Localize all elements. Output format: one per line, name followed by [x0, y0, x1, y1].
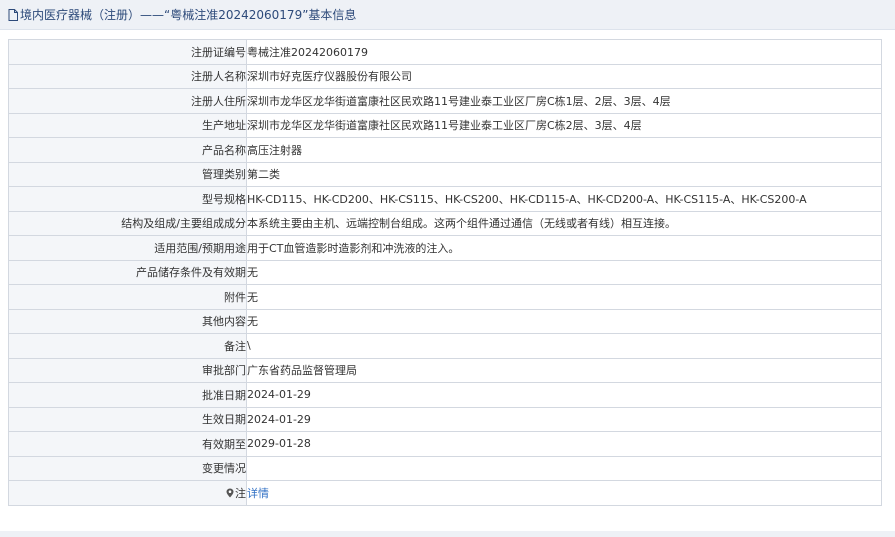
row-value: 本系统主要由主机、远端控制台组成。这两个组件通过通信（无线或者有线）相互连接。 [246, 210, 882, 236]
table-row: 型号规格 HK-CD115、HK-CD200、HK-CS115、HK-CS200… [8, 186, 882, 212]
row-label: 注册人住所 [8, 88, 247, 114]
row-label: 附件 [8, 284, 247, 310]
bottom-bar [0, 531, 895, 537]
row-label: 有效期至 [8, 431, 247, 457]
pin-icon [226, 488, 234, 498]
table-row: 管理类别 第二类 [8, 161, 882, 187]
row-value: 粤械注准20242060179 [246, 39, 882, 65]
table-row: 注册人住所 深圳市龙华区龙华街道富康社区民欢路11号建业泰工业区厂房C栋1层、2… [8, 88, 882, 114]
table-row: 有效期至 2029-01-28 [8, 431, 882, 457]
row-value: 深圳市好克医疗仪器股份有限公司 [246, 63, 882, 89]
row-value: 无 [246, 284, 882, 310]
table-row: 结构及组成/主要组成成分 本系统主要由主机、远端控制台组成。这两个组件通过通信（… [8, 210, 882, 236]
row-value: 深圳市龙华区龙华街道富康社区民欢路11号建业泰工业区厂房C栋2层、3层、4层 [246, 112, 882, 138]
table-row: 生产地址 深圳市龙华区龙华街道富康社区民欢路11号建业泰工业区厂房C栋2层、3层… [8, 112, 882, 138]
row-value [246, 455, 882, 481]
row-label: 批准日期 [8, 382, 247, 408]
row-value: 无 [246, 308, 882, 334]
info-table: 注册证编号 粤械注准20242060179 注册人名称 深圳市好克医疗仪器股份有… [8, 39, 882, 506]
row-label: 变更情况 [8, 455, 247, 481]
row-label: 产品名称 [8, 137, 247, 163]
detail-link[interactable]: 详情 [248, 487, 270, 500]
table-row: 注 详情 [8, 480, 882, 506]
table-row: 变更情况 [8, 455, 882, 481]
row-value: 无 [246, 259, 882, 285]
table-row: 产品名称 高压注射器 [8, 137, 882, 163]
table-row: 其他内容 无 [8, 308, 882, 334]
row-value: 2024-01-29 [246, 406, 882, 432]
row-label: 型号规格 [8, 186, 247, 212]
row-value: 详情 [246, 480, 882, 506]
row-value: 2024-01-29 [246, 382, 882, 408]
row-label: 管理类别 [8, 161, 247, 187]
table-row: 备注 \ [8, 333, 882, 359]
note-label: 注 [235, 486, 246, 500]
document-icon [8, 8, 18, 21]
row-label: 其他内容 [8, 308, 247, 334]
row-label: 注册人名称 [8, 63, 247, 89]
page-title: 境内医疗器械（注册）——“粤械注准20242060179”基本信息 [20, 8, 357, 22]
table-row: 审批部门 广东省药品监督管理局 [8, 357, 882, 383]
table-row: 产品储存条件及有效期 无 [8, 259, 882, 285]
row-label: 适用范围/预期用途 [8, 235, 247, 261]
table-row: 注册证编号 粤械注准20242060179 [8, 39, 882, 65]
table-row: 批准日期 2024-01-29 [8, 382, 882, 408]
row-label: 产品储存条件及有效期 [8, 259, 247, 285]
row-label: 注册证编号 [8, 39, 247, 65]
row-value: 广东省药品监督管理局 [246, 357, 882, 383]
row-value: HK-CD115、HK-CD200、HK-CS115、HK-CS200、HK-C… [246, 186, 882, 212]
table-row: 适用范围/预期用途 用于CT血管造影时造影剂和冲洗液的注入。 [8, 235, 882, 261]
row-value: 2029-01-28 [246, 431, 882, 457]
row-label: 生产地址 [8, 112, 247, 138]
table-row: 注册人名称 深圳市好克医疗仪器股份有限公司 [8, 63, 882, 89]
row-label: 备注 [8, 333, 247, 359]
row-value: 用于CT血管造影时造影剂和冲洗液的注入。 [246, 235, 882, 261]
row-value: \ [246, 333, 882, 359]
table-row: 附件 无 [8, 284, 882, 310]
row-value: 第二类 [246, 161, 882, 187]
row-label: 审批部门 [8, 357, 247, 383]
page-header: 境内医疗器械（注册）——“粤械注准20242060179”基本信息 [0, 0, 895, 30]
row-value: 高压注射器 [246, 137, 882, 163]
row-label-note: 注 [8, 480, 247, 506]
row-value: 深圳市龙华区龙华街道富康社区民欢路11号建业泰工业区厂房C栋1层、2层、3层、4… [246, 88, 882, 114]
table-row: 生效日期 2024-01-29 [8, 406, 882, 432]
row-label: 生效日期 [8, 406, 247, 432]
row-label: 结构及组成/主要组成成分 [8, 210, 247, 236]
